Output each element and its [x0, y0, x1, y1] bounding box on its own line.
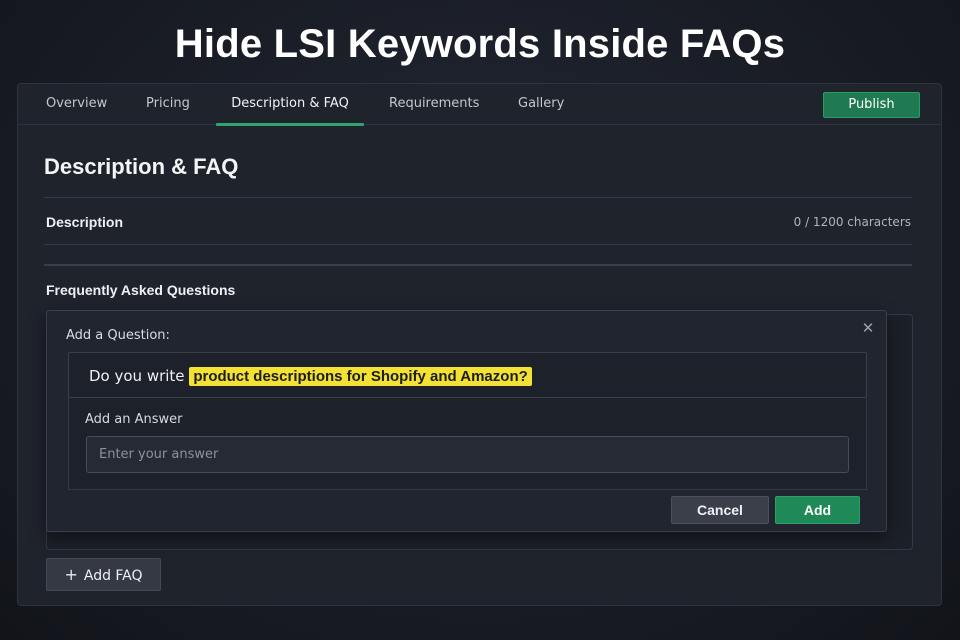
editor-panel: Overview Pricing Description & FAQ Requi…: [17, 83, 942, 606]
publish-button[interactable]: Publish: [823, 92, 920, 118]
add-faq-label: Add FAQ: [83, 568, 143, 584]
plus-icon: +: [64, 565, 78, 584]
close-icon[interactable]: ✕: [860, 320, 876, 336]
answer-section: Add an Answer: [68, 398, 867, 490]
add-faq-button[interactable]: + Add FAQ: [46, 558, 161, 591]
divider: [44, 264, 912, 266]
character-count: 0 / 1200 characters: [793, 215, 911, 229]
tab-description-faq[interactable]: Description & FAQ: [216, 84, 364, 126]
tab-pricing[interactable]: Pricing: [146, 84, 190, 125]
divider: [44, 244, 912, 245]
answer-label: Add an Answer: [85, 412, 183, 427]
question-field[interactable]: Do you write product descriptions for Sh…: [68, 352, 867, 398]
question-prefix: Do you write: [89, 367, 190, 385]
tab-requirements[interactable]: Requirements: [389, 84, 479, 125]
tab-gallery[interactable]: Gallery: [518, 84, 564, 125]
tab-bar: Overview Pricing Description & FAQ Requi…: [18, 84, 941, 126]
page-title: Description & FAQ: [44, 154, 239, 179]
dialog-title: Add a Question:: [66, 328, 170, 343]
banner-title: Hide LSI Keywords Inside FAQs: [174, 22, 786, 66]
question-highlight: product descriptions for Shopify and Ama…: [189, 367, 532, 386]
faq-label: Frequently Asked Questions: [46, 282, 236, 298]
add-button[interactable]: Add: [775, 496, 860, 524]
tab-overview[interactable]: Overview: [46, 84, 107, 125]
cancel-button[interactable]: Cancel: [671, 496, 769, 524]
answer-input[interactable]: [86, 436, 849, 473]
description-label: Description: [46, 214, 124, 230]
divider: [44, 197, 912, 198]
add-question-dialog: Add a Question: ✕ Do you write product d…: [46, 310, 887, 532]
